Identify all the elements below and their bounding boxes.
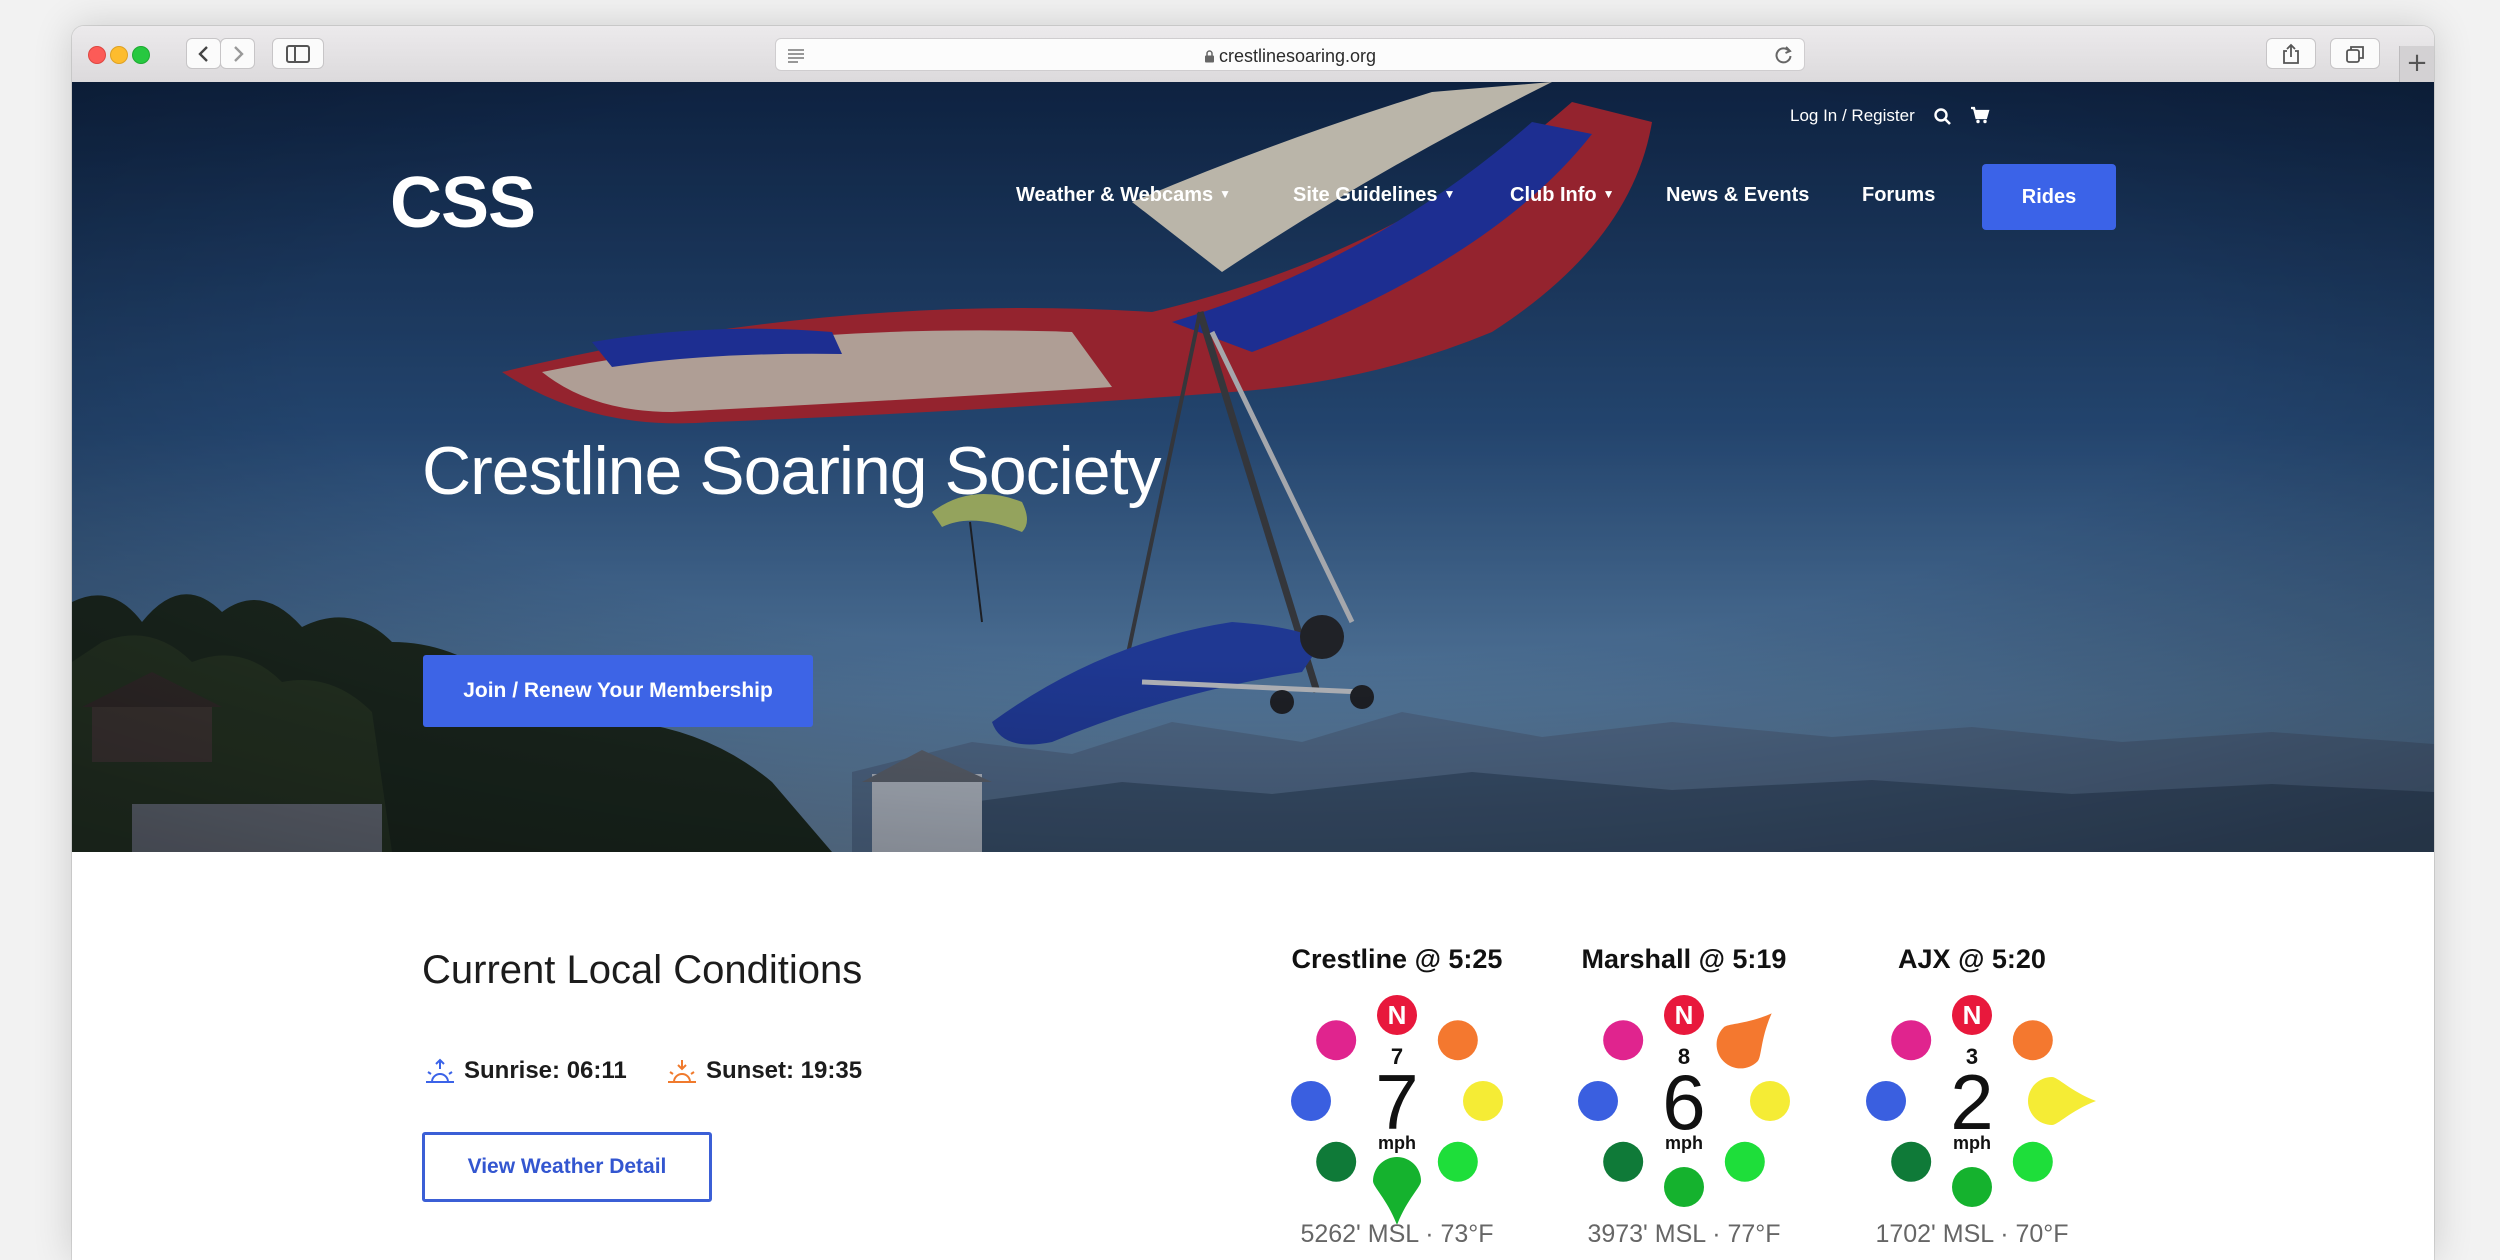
wind-rose: N86mph	[1578, 995, 1790, 1207]
view-weather-detail-button[interactable]: View Weather Detail	[422, 1132, 712, 1202]
wind-direction-pointer	[1716, 1013, 1772, 1069]
browser-toolbar: crestlinesoaring.org +	[72, 26, 2434, 83]
wind-rose: N77mph	[1291, 995, 1503, 1224]
tabs-icon	[2346, 45, 2364, 63]
compass-dot-se	[1724, 1141, 1765, 1182]
nav-club-info[interactable]: Club Info ▼	[1510, 184, 1615, 207]
browser-window: crestlinesoaring.org + Log In / Register…	[72, 26, 2434, 1260]
compass-north-label: N	[1675, 1000, 1694, 1030]
cart-icon[interactable]	[1970, 106, 1990, 124]
compass-dot-w	[1866, 1081, 1906, 1121]
compass-dot-e	[1463, 1081, 1503, 1121]
sunset-icon	[668, 1060, 696, 1083]
share-button[interactable]	[2266, 38, 2316, 69]
nav-site-guidelines[interactable]: Site Guidelines ▼	[1293, 184, 1455, 207]
station-altitude-temp: 5262' MSL · 73°F	[1300, 1220, 1494, 1248]
wind-speed-unit: mph	[1665, 1133, 1703, 1153]
wind-speed-unit: mph	[1953, 1133, 1991, 1153]
compass-dot-nw	[1891, 1020, 1932, 1061]
url-display: crestlinesoaring.org	[776, 46, 1804, 67]
compass-dot-se	[1437, 1141, 1478, 1182]
nav-weather-webcams[interactable]: Weather & Webcams ▼	[1016, 184, 1231, 207]
back-button[interactable]	[186, 38, 221, 69]
compass-dot-s	[1952, 1167, 1992, 1207]
nav-label: Club Info	[1510, 184, 1597, 206]
compass-dot-ne	[2012, 1020, 2053, 1061]
nav-news-events[interactable]: News & Events	[1666, 184, 1809, 207]
minimize-window-button[interactable]	[110, 46, 128, 64]
wind-direction-pointer	[2028, 1077, 2096, 1125]
nav-label: News & Events	[1666, 184, 1810, 206]
wind-speed-unit: mph	[1378, 1133, 1416, 1153]
nav-label: Site Guidelines	[1293, 184, 1438, 206]
compass-dot-w	[1291, 1081, 1331, 1121]
station-title: AJX @ 5:20	[1898, 944, 2046, 974]
current-conditions-title: Current Local Conditions	[422, 948, 863, 992]
compass-dot-se	[2012, 1141, 2053, 1182]
url-text: crestlinesoaring.org	[1218, 46, 1377, 66]
hero-section: Log In / Register CSS Weather & Webcams ▼…	[72, 82, 2434, 852]
login-register-link[interactable]: Log In / Register	[1790, 106, 1915, 126]
compass-dot-sw	[1891, 1141, 1932, 1182]
sunset-info: Sunset: 19:35	[666, 1056, 862, 1086]
wind-station-crestline[interactable]: Crestline @ 5:25 N 7 7 mph 5262' MSL · 73°F	[1272, 944, 1522, 1260]
new-tab-button[interactable]: +	[2399, 46, 2434, 82]
sidebar-toggle-button[interactable]	[272, 38, 324, 69]
compass-dot-w	[1578, 1081, 1618, 1121]
sunrise-text: Sunrise: 06:11	[464, 1057, 627, 1084]
join-renew-membership-button[interactable]: Join / Renew Your Membership	[423, 655, 813, 727]
chevron-down-icon: ▼	[1443, 187, 1456, 201]
sunrise-info: Sunrise: 06:11	[424, 1056, 627, 1086]
lock-icon	[1204, 50, 1214, 63]
compass-dot-s	[1664, 1167, 1704, 1207]
station-altitude-temp: 1702' MSL · 70°F	[1875, 1220, 2069, 1248]
site-logo[interactable]: CSS	[390, 167, 550, 239]
chevron-right-icon	[233, 45, 244, 62]
compass-dot-sw	[1316, 1141, 1357, 1182]
rides-button[interactable]: Rides	[1982, 164, 2116, 230]
nav-forums[interactable]: Forums	[1862, 184, 1935, 207]
compass-north-label: N	[1963, 1000, 1982, 1030]
compass-dot-nw	[1603, 1020, 1644, 1061]
close-window-button[interactable]	[88, 46, 106, 64]
station-title: Marshall @ 5:19	[1581, 944, 1787, 974]
compass-north-label: N	[1388, 1000, 1407, 1030]
nav-label: Forums	[1862, 184, 1936, 206]
station-title: Crestline @ 5:25	[1291, 944, 1503, 974]
wind-station-marshall[interactable]: Marshall @ 5:19 N 8 6 mph 3973' MSL · 77°F	[1559, 944, 1809, 1260]
share-icon	[2283, 43, 2299, 64]
tabs-overview-button[interactable]	[2330, 38, 2380, 69]
compass-dot-ne	[1437, 1020, 1478, 1061]
reload-icon[interactable]	[1774, 45, 1794, 65]
sunset-text: Sunset: 19:35	[706, 1057, 863, 1084]
sunrise-icon	[426, 1058, 454, 1083]
forward-button[interactable]	[220, 38, 255, 69]
compass-dot-nw	[1316, 1020, 1357, 1061]
nav-label: Weather & Webcams	[1016, 184, 1214, 206]
zoom-window-button[interactable]	[132, 46, 150, 64]
address-bar[interactable]: crestlinesoaring.org	[775, 38, 1805, 71]
search-icon[interactable]	[1934, 108, 1952, 126]
chevron-down-icon: ▼	[1219, 187, 1231, 201]
compass-dot-sw	[1603, 1141, 1644, 1182]
hero-title: Crestline Soaring Society	[422, 433, 1161, 509]
station-altitude-temp: 3973' MSL · 77°F	[1587, 1220, 1781, 1248]
wind-direction-pointer	[1373, 1157, 1421, 1224]
wind-station-ajx[interactable]: AJX @ 5:20 N 3 2 mph 1702' MSL · 70°F	[1847, 944, 2097, 1260]
chevron-left-icon	[197, 45, 208, 62]
sidebar-icon	[286, 44, 310, 63]
chevron-down-icon: ▼	[1602, 187, 1615, 201]
wind-rose: N32mph	[1866, 995, 2096, 1207]
logo-text: CSS	[390, 163, 536, 243]
compass-dot-e	[1750, 1081, 1790, 1121]
